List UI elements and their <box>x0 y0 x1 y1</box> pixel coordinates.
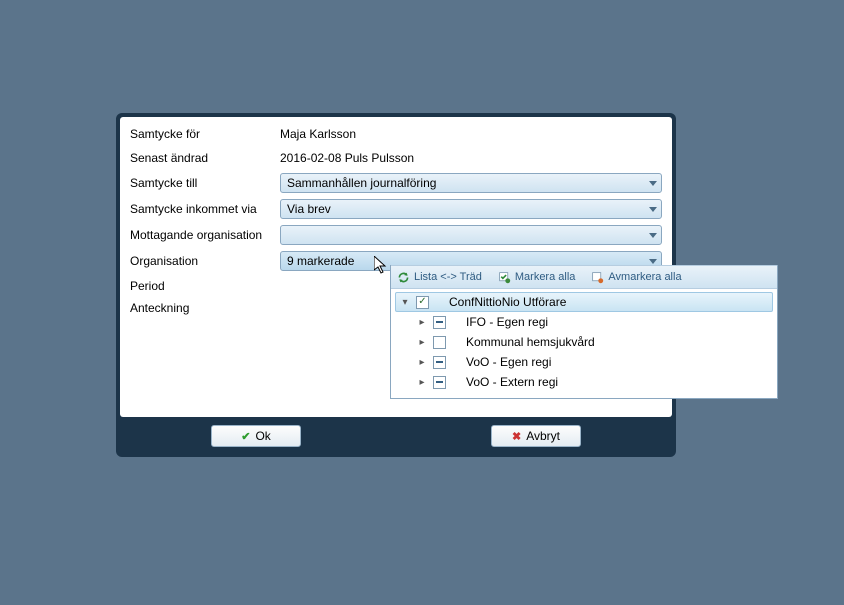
tree-item[interactable]: ▸ Kommunal hemsjukvård <box>395 332 773 352</box>
consent-dialog: Samtycke för Maja Karlsson Senast ändrad… <box>116 113 676 457</box>
checkbox[interactable] <box>433 356 446 369</box>
label-samtycke-for: Samtycke för <box>130 127 280 141</box>
organisation-tree: ▾ ConfNittioNio Utförare ▸ IFO - Egen re… <box>391 289 777 398</box>
combo-organisation-value: 9 markerade <box>287 254 354 268</box>
ok-button-label: Ok <box>255 429 270 443</box>
deselect-all-label: Avmarkera alla <box>608 271 681 283</box>
chevron-down-icon <box>649 207 657 212</box>
tree-item[interactable]: ▸ VoO - Extern regi <box>395 372 773 392</box>
checkbox[interactable] <box>433 336 446 349</box>
chevron-down-icon <box>649 181 657 186</box>
tree-item-label: IFO - Egen regi <box>466 315 548 329</box>
cancel-button[interactable]: ✖ Avbryt <box>491 425 581 447</box>
label-samtycke-till: Samtycke till <box>130 176 280 190</box>
row-samtycke-inkommet-via: Samtycke inkommet via Via brev <box>130 199 662 219</box>
row-samtycke-for: Samtycke för Maja Karlsson <box>130 125 662 143</box>
ok-button[interactable]: ✔ Ok <box>211 425 301 447</box>
refresh-icon <box>397 271 410 284</box>
select-all-icon <box>498 271 511 284</box>
checkbox[interactable] <box>433 376 446 389</box>
deselect-all-button[interactable]: Avmarkera alla <box>591 271 681 284</box>
value-samtycke-for: Maja Karlsson <box>280 127 356 141</box>
tree-item[interactable]: ▸ VoO - Egen regi <box>395 352 773 372</box>
tree-root[interactable]: ▾ ConfNittioNio Utförare <box>395 292 773 312</box>
deselect-all-icon <box>591 271 604 284</box>
combo-samtycke-till-value: Sammanhållen journalföring <box>287 176 436 190</box>
label-anteckning: Anteckning <box>130 301 280 315</box>
combo-samtycke-inkommet-via[interactable]: Via brev <box>280 199 662 219</box>
label-period: Period <box>130 279 280 293</box>
row-samtycke-till: Samtycke till Sammanhållen journalföring <box>130 173 662 193</box>
checkbox-root[interactable] <box>416 296 429 309</box>
tree-root-label: ConfNittioNio Utförare <box>449 295 566 309</box>
close-icon: ✖ <box>512 430 521 443</box>
expand-icon[interactable]: ▸ <box>417 357 427 367</box>
combo-samtycke-till[interactable]: Sammanhållen journalföring <box>280 173 662 193</box>
check-icon: ✔ <box>241 430 250 443</box>
row-mottagande-organisation: Mottagande organisation <box>130 225 662 245</box>
expand-icon[interactable]: ▸ <box>417 377 427 387</box>
chevron-down-icon <box>649 233 657 238</box>
toggle-list-tree-label: Lista <-> Träd <box>414 271 482 283</box>
combo-samtycke-inkommet-via-value: Via brev <box>287 202 331 216</box>
checkbox[interactable] <box>433 316 446 329</box>
label-senast-andrad: Senast ändrad <box>130 151 280 165</box>
label-mottagande-organisation: Mottagande organisation <box>130 228 280 242</box>
tree-item-label: Kommunal hemsjukvård <box>466 335 595 349</box>
tree-item-label: VoO - Extern regi <box>466 375 558 389</box>
dropdown-toolbar: Lista <-> Träd Markera alla Avmarkera al… <box>391 265 777 289</box>
tree-item-label: VoO - Egen regi <box>466 355 551 369</box>
organisation-dropdown: Lista <-> Träd Markera alla Avmarkera al… <box>390 265 778 399</box>
expand-icon[interactable]: ▸ <box>417 317 427 327</box>
cancel-button-label: Avbryt <box>526 429 560 443</box>
value-senast-andrad: 2016-02-08 Puls Pulsson <box>280 151 414 165</box>
expand-icon[interactable]: ▸ <box>417 337 427 347</box>
combo-mottagande-organisation[interactable] <box>280 225 662 245</box>
row-senast-andrad: Senast ändrad 2016-02-08 Puls Pulsson <box>130 149 662 167</box>
label-organisation: Organisation <box>130 254 280 268</box>
toggle-list-tree-button[interactable]: Lista <-> Träd <box>397 271 482 284</box>
chevron-down-icon <box>649 259 657 264</box>
collapse-icon[interactable]: ▾ <box>400 297 410 307</box>
select-all-button[interactable]: Markera alla <box>498 271 576 284</box>
tree-item[interactable]: ▸ IFO - Egen regi <box>395 312 773 332</box>
label-samtycke-inkommet-via: Samtycke inkommet via <box>130 202 280 216</box>
dialog-footer: ✔ Ok ✖ Avbryt <box>120 417 672 453</box>
select-all-label: Markera alla <box>515 271 576 283</box>
